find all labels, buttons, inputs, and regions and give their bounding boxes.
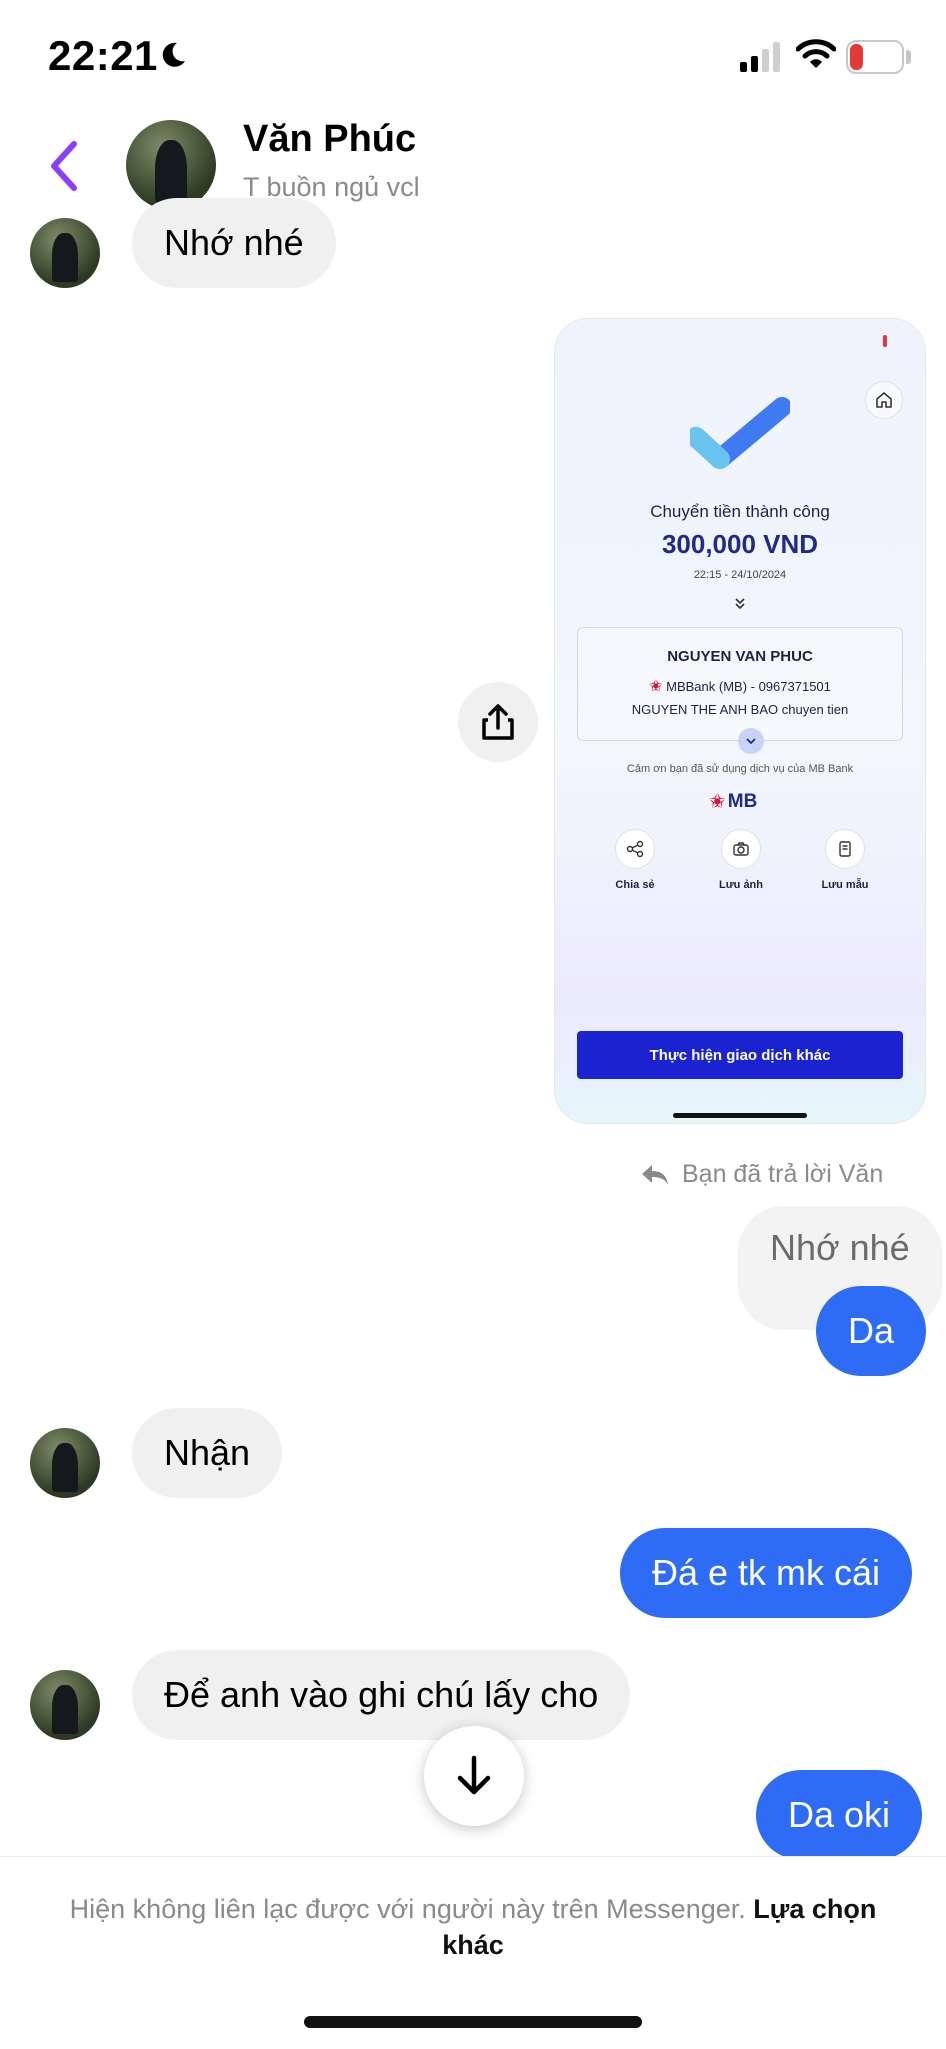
arrow-down-icon bbox=[457, 1755, 491, 1795]
transfer-amount: 300,000 VND bbox=[661, 529, 819, 559]
shared-image-bank-transfer[interactable]: Chuyển tiền thành công 300,000 VND 22:15… bbox=[554, 318, 926, 1124]
thanks-text: Cảm ơn bạn đã sử dụng dịch vụ của MB Ban… bbox=[626, 763, 854, 775]
share-button[interactable] bbox=[458, 682, 538, 762]
share-icon bbox=[482, 704, 514, 740]
recipient-bank: ✬ MBBank (MB) - 0967371501 bbox=[649, 678, 831, 695]
message-bubble-incoming[interactable]: Nhận bbox=[132, 1408, 283, 1498]
checkmark-icon bbox=[690, 397, 790, 469]
document-icon bbox=[825, 829, 865, 869]
wifi-icon bbox=[796, 39, 836, 68]
recipient-name: NGUYEN VAN PHUC bbox=[667, 648, 813, 665]
mb-star-icon: ✬ bbox=[649, 678, 663, 695]
sender-avatar[interactable] bbox=[30, 218, 100, 288]
save-template-action: Lưu mẫu bbox=[805, 829, 885, 891]
back-button[interactable] bbox=[40, 136, 90, 196]
expand-chevron-icon bbox=[738, 728, 764, 754]
battery-level: 15 bbox=[861, 43, 889, 70]
contact-name[interactable]: Văn Phúc bbox=[243, 118, 416, 161]
camera-icon bbox=[721, 829, 761, 869]
save-image-action: Lưu ảnh bbox=[701, 829, 781, 891]
message-bubble-incoming[interactable]: Nhớ nhé bbox=[132, 198, 336, 288]
new-transaction-button: Thực hiện giao dịch khác bbox=[577, 1031, 903, 1079]
contact-avatar[interactable] bbox=[126, 120, 216, 210]
share-nodes-icon bbox=[615, 829, 655, 869]
unavailable-notice: Hiện không liên lạc được với người này t… bbox=[69, 1894, 877, 1960]
reply-context: Bạn đã trả lời Văn bbox=[640, 1160, 883, 1189]
message-bubble-outgoing[interactable]: Da oki bbox=[756, 1770, 923, 1860]
home-indicator bbox=[304, 2016, 642, 2028]
battery-icon: 15 bbox=[846, 40, 904, 74]
scroll-to-bottom-button[interactable] bbox=[424, 1726, 524, 1826]
transfer-note: NGUYEN THE ANH BAO chuyen tien bbox=[631, 702, 849, 717]
message-bubble-incoming[interactable]: Để anh vào ghi chú lấy cho bbox=[132, 1650, 631, 1740]
reply-arrow-icon bbox=[642, 1164, 668, 1185]
home-icon bbox=[865, 381, 903, 419]
transfer-status: Chuyển tiền thành công bbox=[650, 502, 830, 521]
cellular-signal-icon bbox=[740, 42, 780, 72]
moon-icon bbox=[162, 42, 185, 67]
message-bubble-outgoing[interactable]: Đá e tk mk cái bbox=[620, 1528, 913, 1618]
sender-avatar[interactable] bbox=[30, 1428, 100, 1498]
recipient-panel: NGUYEN VAN PHUC ✬ MBBank (MB) - 09673715… bbox=[577, 627, 903, 754]
message-bubble-outgoing[interactable]: Da bbox=[816, 1286, 927, 1376]
share-action: Chia sẻ bbox=[595, 829, 675, 891]
transfer-time: 22:15 - 24/10/2024 bbox=[693, 569, 787, 581]
double-chevron-down-icon bbox=[735, 598, 745, 610]
sender-avatar[interactable] bbox=[30, 1670, 100, 1740]
mb-logo: ✬ MB bbox=[709, 790, 758, 814]
status-time: 22:21 bbox=[48, 32, 158, 79]
